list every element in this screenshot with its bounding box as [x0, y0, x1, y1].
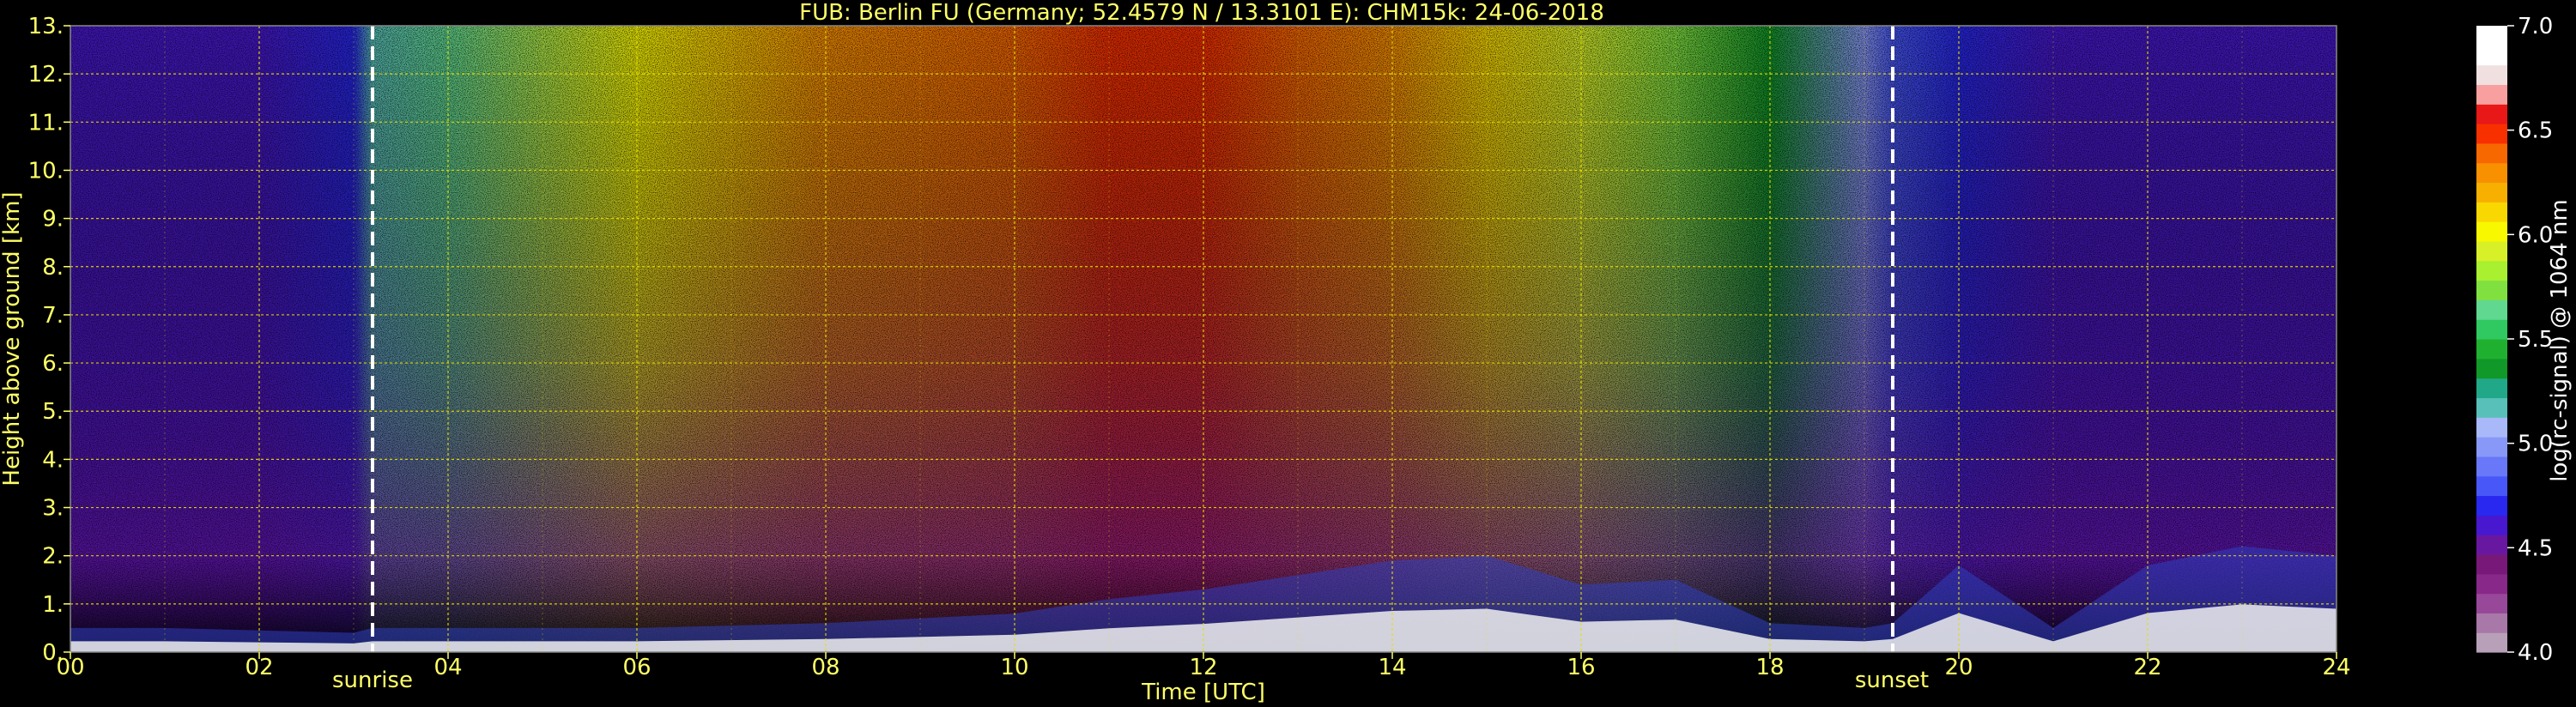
colorbar-segment — [2476, 84, 2507, 105]
colorbar-tick-label: 4.0 — [2518, 640, 2553, 666]
colorbar-tick-label: 7.0 — [2518, 14, 2553, 39]
x-tick-label: 04 — [433, 655, 462, 680]
x-tick-label: 14 — [1378, 655, 1406, 680]
x-tick-label: 22 — [2133, 655, 2161, 680]
colorbar-tick-label: 4.5 — [2518, 535, 2553, 561]
colorbar-segment — [2476, 553, 2507, 575]
colorbar-segment — [2476, 515, 2507, 535]
colorbar-segment — [2476, 437, 2507, 457]
colorbar-segment — [2476, 64, 2507, 86]
colorbar-segment — [2476, 280, 2507, 300]
colorbar-segment — [2476, 26, 2507, 46]
colorbar-segment — [2476, 495, 2507, 516]
y-tick-label: 5. — [42, 399, 64, 425]
x-axis-label: Time [UTC] — [1141, 680, 1265, 705]
colorbar-segment — [2476, 397, 2507, 418]
y-tick-label: 9. — [42, 207, 64, 233]
colorbar-segment — [2476, 417, 2507, 438]
colorbar-segment — [2476, 573, 2507, 595]
y-tick-label: 1. — [42, 592, 64, 618]
y-tick-label: 11. — [28, 110, 64, 136]
colorbar-segment — [2476, 142, 2507, 164]
y-tick-label: 6. — [42, 351, 64, 377]
colorbar — [2476, 26, 2507, 653]
y-tick-label: 2. — [42, 544, 64, 570]
colorbar-segment — [2476, 593, 2507, 613]
y-axis-label: Height above ground [km] — [0, 191, 25, 486]
colorbar-segment — [2476, 456, 2507, 477]
colorbar-segment — [2476, 104, 2507, 124]
colorbar-segment — [2476, 260, 2507, 281]
colorbar-segment — [2476, 378, 2507, 399]
colorbar-segment — [2476, 319, 2507, 340]
colorbar-segment — [2476, 299, 2507, 320]
colorbar-segment — [2476, 202, 2507, 222]
x-tick-label: 02 — [245, 655, 273, 680]
colorbar-segment — [2476, 339, 2507, 360]
colorbar-segment — [2476, 535, 2507, 555]
colorbar-segment — [2476, 632, 2507, 653]
y-tick-label: 10. — [28, 158, 64, 184]
colorbar-segment — [2476, 613, 2507, 633]
ceilometer-chart: 00 02 04 06 08 10 12 14 16 18 20 22 24 0.1.2.3.4.5.6… — [0, 0, 2573, 705]
y-axis-ticks: 0. 1. 2. 3. 4. 5. 6. 7. 8. 9. 10. 11. 12. 13. — [28, 14, 70, 666]
sunset-label: sunset — [1855, 668, 1929, 693]
y-tick-label: 4. — [42, 447, 64, 473]
x-tick-label: 08 — [811, 655, 839, 680]
y-tick-label: 13. — [28, 14, 64, 39]
x-tick-label: 16 — [1567, 655, 1595, 680]
x-tick-label: 18 — [1755, 655, 1784, 680]
x-tick-label: 10 — [1000, 655, 1028, 680]
y-tick-label: 8. — [42, 255, 64, 281]
y-tick-label: 7. — [42, 303, 64, 329]
colorbar-segment — [2476, 240, 2507, 262]
x-tick-label: 12 — [1189, 655, 1217, 680]
colorbar-segment — [2476, 124, 2507, 144]
x-tick-label: 24 — [2322, 655, 2350, 680]
colorbar-label: log(rc-signal) @ 1064 nm — [2547, 199, 2573, 481]
sunrise-label: sunrise — [332, 668, 413, 693]
x-tick-label: 20 — [1944, 655, 1973, 680]
colorbar-segment — [2476, 358, 2507, 379]
colorbar-segment — [2476, 221, 2507, 242]
y-tick-label: 0. — [42, 640, 64, 666]
y-tick-label: 3. — [42, 496, 64, 522]
colorbar-segment — [2476, 45, 2507, 66]
colorbar-segment — [2476, 475, 2507, 497]
colorbar-tick-label: 6.5 — [2518, 118, 2553, 144]
y-tick-label: 12. — [28, 62, 64, 88]
x-tick-label: 06 — [622, 655, 651, 680]
colorbar-segment — [2476, 182, 2507, 202]
colorbar-segment — [2476, 162, 2507, 184]
chart-title: FUB: Berlin FU (Germany; 52.4579 N / 13.… — [799, 0, 1604, 26]
